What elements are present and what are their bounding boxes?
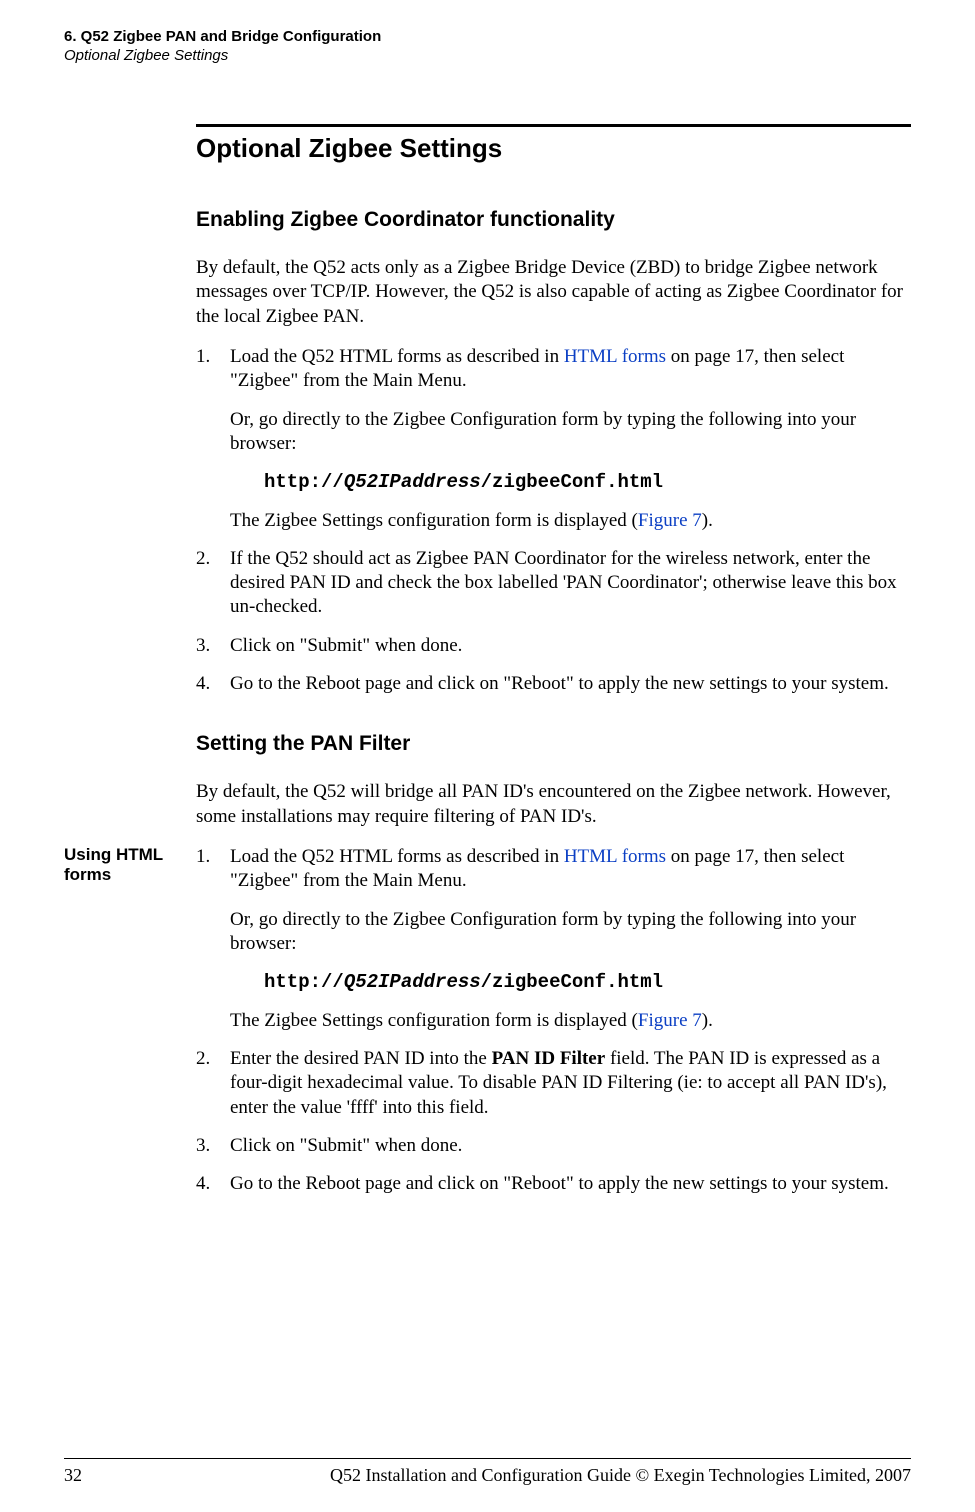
step-text: ). — [702, 1010, 713, 1031]
step-text: If the Q52 should act as Zigbee PAN Coor… — [230, 548, 897, 618]
step-2: If the Q52 should act as Zigbee PAN Coor… — [196, 547, 911, 620]
step-text: Load the Q52 HTML forms as described in — [230, 346, 564, 367]
footer-text: Q52 Installation and Configuration Guide… — [330, 1465, 911, 1486]
step-3: Click on "Submit" when done. — [196, 1134, 911, 1158]
section-label: Optional Zigbee Settings — [64, 47, 228, 64]
subsection-panfilter-intro: By default, the Q52 will bridge all PAN … — [196, 780, 911, 829]
step-text: The Zigbee Settings configuration form i… — [230, 510, 638, 531]
step-text: Or, go directly to the Zigbee Configurat… — [230, 408, 911, 457]
steps-panfilter: Load the Q52 HTML forms as described in … — [196, 845, 911, 1196]
step-text: Go to the Reboot page and click on "Rebo… — [230, 1173, 889, 1194]
step-text: Click on "Submit" when done. — [230, 1135, 462, 1156]
margin-label-using-html-forms: Using HTML forms — [64, 845, 196, 886]
page-content: Optional Zigbee Settings Enabling Zigbee… — [64, 124, 911, 1232]
step-text: Go to the Reboot page and click on "Rebo… — [230, 673, 889, 694]
xref-html-forms[interactable]: HTML forms — [564, 346, 666, 367]
steps-enabling: Load the Q52 HTML forms as described in … — [196, 345, 911, 696]
step-text: Or, go directly to the Zigbee Configurat… — [230, 908, 911, 957]
step-text: The Zigbee Settings configuration form i… — [230, 1010, 638, 1031]
step-3: Click on "Submit" when done. — [196, 634, 911, 658]
step-1: Load the Q52 HTML forms as described in … — [196, 845, 911, 1033]
footer-rule — [64, 1458, 911, 1459]
field-pan-id-filter: PAN ID Filter — [492, 1048, 606, 1069]
xref-figure-7[interactable]: Figure 7 — [638, 1010, 702, 1031]
xref-html-forms[interactable]: HTML forms — [564, 846, 666, 867]
step-text: ). — [702, 510, 713, 531]
step-text: Enter the desired PAN ID into the — [230, 1048, 492, 1069]
step-2: Enter the desired PAN ID into the PAN ID… — [196, 1047, 911, 1120]
code-url: http://Q52IPaddress/zigbeeConf.html — [264, 970, 911, 994]
page-number: 32 — [64, 1465, 82, 1486]
page-footer: 32 Q52 Installation and Configuration Gu… — [0, 1458, 975, 1486]
subsection-enabling-title: Enabling Zigbee Coordinator functionalit… — [196, 208, 911, 232]
running-header: 6. Q52 Zigbee PAN and Bridge Configurati… — [64, 28, 911, 66]
subsection-panfilter-title: Setting the PAN Filter — [196, 732, 911, 756]
section-title: Optional Zigbee Settings — [196, 133, 911, 164]
step-1: Load the Q52 HTML forms as described in … — [196, 345, 911, 533]
step-4: Go to the Reboot page and click on "Rebo… — [196, 672, 911, 696]
code-url: http://Q52IPaddress/zigbeeConf.html — [264, 470, 911, 494]
xref-figure-7[interactable]: Figure 7 — [638, 510, 702, 531]
step-text: Load the Q52 HTML forms as described in — [230, 846, 564, 867]
step-4: Go to the Reboot page and click on "Rebo… — [196, 1172, 911, 1196]
chapter-label: 6. Q52 Zigbee PAN and Bridge Configurati… — [64, 28, 381, 45]
section-rule — [196, 124, 911, 127]
subsection-enabling-intro: By default, the Q52 acts only as a Zigbe… — [196, 256, 911, 329]
step-text: Click on "Submit" when done. — [230, 635, 462, 656]
